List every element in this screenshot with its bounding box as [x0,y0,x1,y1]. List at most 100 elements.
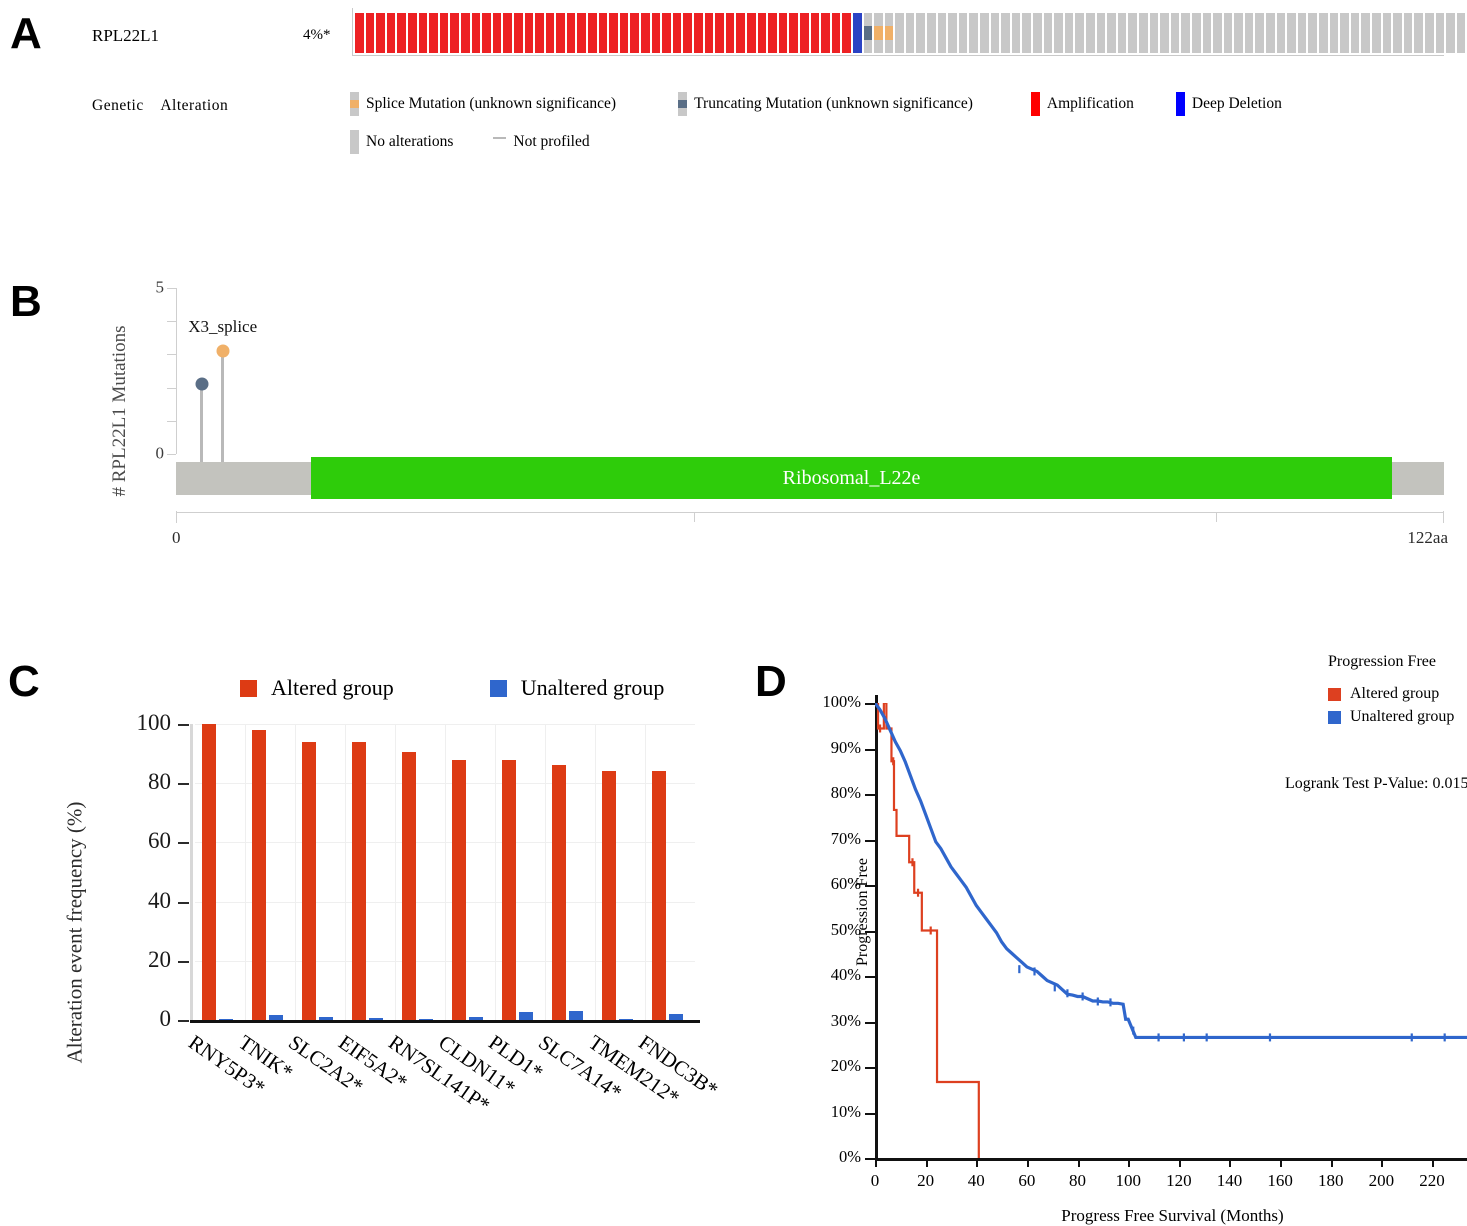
bar-unaltered[interactable] [569,1010,583,1020]
onco-cell-no-alteration[interactable] [1106,13,1117,53]
onco-cell-amplification[interactable] [640,13,651,53]
bar-altered[interactable] [452,759,466,1020]
lollipop-head-mutation-0[interactable] [195,377,209,391]
onco-cell-amplification[interactable] [777,13,789,53]
onco-cell-no-alteration[interactable] [1063,13,1075,53]
bar-unaltered[interactable] [369,1017,383,1020]
bar-altered[interactable] [352,741,366,1020]
onco-cell-amplification[interactable] [798,13,810,53]
onco-cell-no-alteration[interactable] [1445,13,1456,53]
km-legend-item[interactable]: Unaltered group [1328,708,1467,726]
onco-cell-no-alteration[interactable] [989,13,1001,53]
onco-cell-amplification[interactable] [618,13,630,53]
onco-cell-amplification[interactable] [375,13,386,53]
onco-cell-no-alteration[interactable] [1381,13,1393,53]
legend-item-splice[interactable]: Splice Mutation (unknown significance) [350,92,616,116]
onco-cell-no-alteration[interactable] [1137,13,1149,53]
onco-cell-amplification[interactable] [671,13,683,53]
bar-unaltered[interactable] [519,1012,533,1020]
onco-cell-no-alteration[interactable] [1000,13,1011,53]
onco-cell-no-alteration[interactable] [1455,13,1467,53]
bar-altered[interactable] [652,771,666,1020]
onco-cell-amplification[interactable] [693,13,704,53]
bar-altered[interactable] [402,752,416,1020]
onco-cell-no-alteration[interactable] [1339,13,1350,53]
onco-cell-no-alteration[interactable] [1349,13,1361,53]
bar-unaltered[interactable] [219,1019,233,1020]
km-curve-altered[interactable] [875,703,980,1158]
bar-unaltered[interactable] [619,1019,633,1020]
onco-cell-amplification[interactable] [438,13,450,53]
onco-cell-amplification[interactable] [481,13,492,53]
onco-cell-no-alteration[interactable] [1148,13,1160,53]
onco-cell-amplification[interactable] [470,13,482,53]
onco-cell-amplification[interactable] [682,13,693,53]
onco-cell-no-alteration[interactable] [1127,13,1138,53]
onco-cell-no-alteration[interactable] [1095,13,1107,53]
oncoprint-sample-track[interactable] [354,13,1467,53]
onco-cell-no-alteration[interactable] [968,13,980,53]
lollipop-stem-mutation-0[interactable] [195,377,209,463]
onco-cell-amplification[interactable] [364,13,376,53]
onco-cell-no-alteration[interactable] [1084,13,1096,53]
bar-altered[interactable] [502,759,516,1020]
onco-cell-no-alteration[interactable] [936,13,948,53]
onco-cell-amplification[interactable] [534,13,545,53]
onco-cell-truncating-mutation[interactable] [862,13,874,53]
km-curves[interactable] [875,703,1467,1163]
bar-altered[interactable] [202,724,216,1020]
onco-cell-amplification[interactable] [576,13,588,53]
onco-cell-no-alteration[interactable] [926,13,937,53]
onco-cell-amplification[interactable] [820,13,831,53]
onco-cell-no-alteration[interactable] [1307,13,1319,53]
onco-cell-no-alteration[interactable] [1042,13,1054,53]
legend-item-amplification[interactable]: Amplification [1030,92,1134,116]
bar-unaltered[interactable] [469,1016,483,1020]
onco-cell-no-alteration[interactable] [1423,13,1435,53]
onco-cell-no-alteration[interactable] [1371,13,1382,53]
barchart-legend-item[interactable]: Altered group [240,675,394,701]
onco-cell-amplification[interactable] [406,13,418,53]
onco-cell-splice-mutation[interactable] [873,13,884,53]
onco-cell-no-alteration[interactable] [915,13,927,53]
onco-cell-amplification[interactable] [428,13,439,53]
onco-cell-amplification[interactable] [735,13,746,53]
onco-cell-amplification[interactable] [809,13,821,53]
onco-cell-amplification[interactable] [417,13,429,53]
onco-cell-no-alteration[interactable] [957,13,969,53]
onco-cell-amplification[interactable] [354,13,365,53]
onco-cell-no-alteration[interactable] [1212,13,1223,53]
onco-cell-no-alteration[interactable] [1413,13,1424,53]
onco-cell-amplification[interactable] [459,13,471,53]
onco-cell-amplification[interactable] [544,13,556,53]
legend-item-not_profiled[interactable]: Not profiled [493,133,590,151]
legend-item-truncating[interactable]: Truncating Mutation (unknown significanc… [678,92,973,116]
onco-cell-amplification[interactable] [449,13,460,53]
onco-cell-amplification[interactable] [745,13,757,53]
onco-cell-amplification[interactable] [650,13,662,53]
onco-cell-no-alteration[interactable] [1169,13,1181,53]
onco-cell-amplification[interactable] [502,13,513,53]
onco-cell-no-alteration[interactable] [1180,13,1191,53]
bar-altered[interactable] [602,771,616,1020]
bar-unaltered[interactable] [419,1019,433,1020]
bar-altered[interactable] [252,729,266,1020]
onco-cell-no-alteration[interactable] [1265,13,1276,53]
legend-item-no_alterations[interactable]: No alterations [350,130,453,154]
onco-cell-no-alteration[interactable] [1275,13,1287,53]
lollipop-head-X3_splice[interactable] [216,344,230,358]
km-legend-item[interactable]: Altered group [1328,685,1467,703]
onco-cell-amplification[interactable] [491,13,503,53]
onco-cell-amplification[interactable] [830,13,842,53]
bar-altered[interactable] [302,741,316,1020]
onco-cell-no-alteration[interactable] [947,13,958,53]
onco-cell-amplification[interactable] [565,13,577,53]
legend-item-deep_deletion[interactable]: Deep Deletion [1175,92,1282,116]
bar-unaltered[interactable] [669,1013,683,1020]
onco-cell-no-alteration[interactable] [1254,13,1266,53]
onco-cell-no-alteration[interactable] [1360,13,1371,53]
bar-altered[interactable] [552,765,566,1020]
onco-cell-no-alteration[interactable] [1032,13,1043,53]
onco-cell-no-alteration[interactable] [1243,13,1255,53]
onco-cell-no-alteration[interactable] [1053,13,1064,53]
